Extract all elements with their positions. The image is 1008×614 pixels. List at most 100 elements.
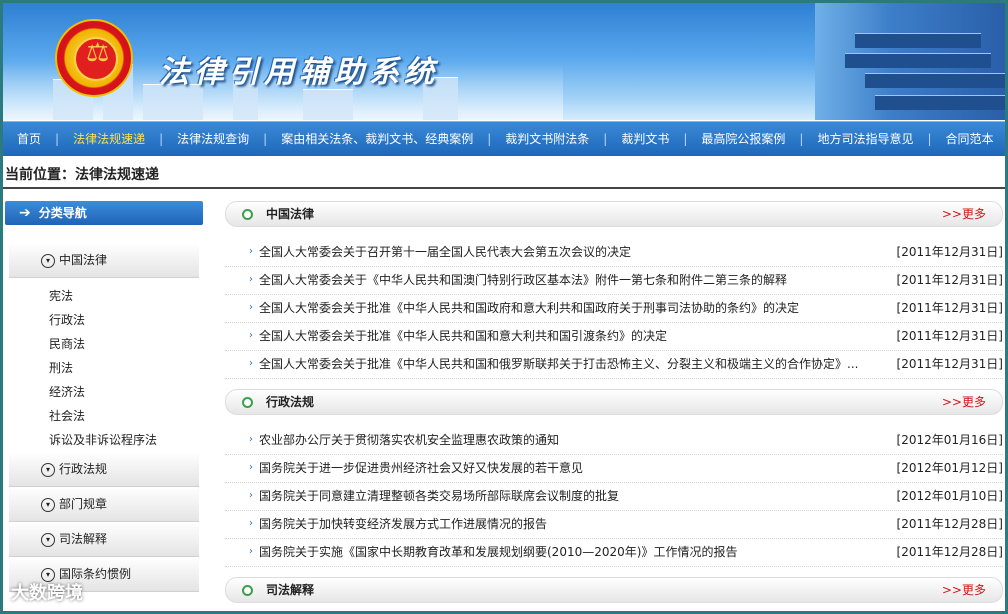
sidebar-header: ➔ 分类导航 xyxy=(5,201,203,225)
list-item-title[interactable]: 国务院关于实施《国家中长期教育改革和发展规划纲要(2010—2020年)》工作情… xyxy=(259,539,859,565)
nav-home[interactable]: 首页 xyxy=(3,122,55,156)
section-list: › 全国人大常委会关于召开第十一届全国人民代表大会第五次会议的决定 [2011年12… xyxy=(225,227,1003,379)
banner-building xyxy=(303,89,353,120)
nav-local-guidance[interactable]: 地方司法指导意见 xyxy=(803,122,927,156)
list-item-date: [2011年12月28日] xyxy=(896,545,1003,559)
book-spine xyxy=(845,53,991,68)
list-item[interactable]: › 全国人大常委会关于召开第十一届全国人民代表大会第五次会议的决定 [2011年12… xyxy=(225,239,1003,267)
page-frame: ⚖ 法律引用辅助系统 首页 | 法律法规速递 | 法律法规查询 | 案由相关法条… xyxy=(3,3,1005,611)
arrow-right-icon: ➔ xyxy=(19,205,31,221)
list-item[interactable]: › 国务院关于进一步促进贵州经济社会又好又快发展的若干意见 [2012年01月12日… xyxy=(225,455,1003,483)
list-item[interactable]: › 全国人大常委会关于《中华人民共和国澳门特别行政区基本法》附件一第七条和附件二第… xyxy=(225,267,1003,295)
list-item-title[interactable]: 国务院关于同意建立清理整顿各类交易场所部际联席会议制度的批复 xyxy=(259,483,859,509)
section-header-chinese-law: 中国法律 >>更多 xyxy=(225,201,1003,227)
list-item-title[interactable]: 全国人大常委会关于批准《中华人民共和国政府和意大利共和国政府关于刑事司法协助的条… xyxy=(259,295,859,321)
list-item-title[interactable]: 全国人大常委会关于召开第十一届全国人民代表大会第五次会议的决定 xyxy=(259,239,859,265)
site-banner: ⚖ 法律引用辅助系统 xyxy=(3,3,1005,120)
breadcrumb: 当前位置：法律法规速递 xyxy=(3,163,1005,189)
nav-case-related[interactable]: 案由相关法条、裁判文书、经典案例 xyxy=(267,122,487,156)
nav-contract-templates[interactable]: 合同范本 xyxy=(932,122,1006,156)
list-item[interactable]: › 全国人大常委会关于批准《中华人民共和国政府和意大利共和国政府关于刑事司法协助的… xyxy=(225,295,1003,323)
section-title: 中国法律 xyxy=(266,207,315,221)
sidebar-item-chinese-law[interactable]: ▾ 中国法律 xyxy=(9,243,199,278)
nav-law-search[interactable]: 法律法规查询 xyxy=(163,122,263,156)
section-title: 行政法规 xyxy=(266,395,315,409)
sidebar-subitem-constitution[interactable]: 宪法 xyxy=(5,284,203,308)
chevron-right-icon: › xyxy=(249,358,253,369)
more-link[interactable]: >>更多 xyxy=(942,390,986,414)
list-item-date: [2012年01月12日] xyxy=(896,461,1003,475)
chevron-right-icon: › xyxy=(249,518,253,529)
chevron-right-icon: › xyxy=(249,330,253,341)
list-item-date: [2011年12月31日] xyxy=(896,329,1003,343)
sidebar-item-departmental-rules[interactable]: ▾ 部门规章 xyxy=(9,487,199,522)
banner-books-image xyxy=(815,3,1005,120)
list-item[interactable]: › 全国人大常委会关于批准《中华人民共和国和意大利共和国引渡条约》的决定 [2011… xyxy=(225,323,1003,351)
sidebar-item-administrative-regulations[interactable]: ▾ 行政法规 xyxy=(9,452,199,487)
sidebar-subitem-administrative-law[interactable]: 行政法 xyxy=(5,308,203,332)
list-item-date: [2011年12月28日] xyxy=(896,517,1003,531)
nav-law-express[interactable]: 法律法规速递 xyxy=(59,122,159,156)
chevron-right-icon: › xyxy=(249,246,253,257)
list-item[interactable]: › 国务院关于加快转变经济发展方式工作进展情况的报告 [2011年12月28日] xyxy=(225,511,1003,539)
chevron-right-icon: › xyxy=(249,302,253,313)
chevron-right-icon: › xyxy=(249,274,253,285)
sidebar-subitem-civil-commercial-law[interactable]: 民商法 xyxy=(5,332,203,356)
breadcrumb-text: 当前位置：法律法规速递 xyxy=(5,167,159,183)
list-item-title[interactable]: 全国人大常委会关于批准《中华人民共和国和意大利共和国引渡条约》的决定 xyxy=(259,323,859,349)
sidebar: ➔ 分类导航 ▾ 中国法律 宪法 行政法 民商法 刑法 经济法 社会法 诉讼及非诉讼… xyxy=(5,201,203,611)
bullet-circle-icon xyxy=(242,209,253,220)
sidebar-header-label: 分类导航 xyxy=(38,206,87,220)
sidebar-subitem-criminal-law[interactable]: 刑法 xyxy=(5,356,203,380)
list-item[interactable]: › 农业部办公厅关于贯彻落实农机安全监理惠农政策的通知 [2012年01月16日] xyxy=(225,427,1003,455)
section-list: › 农业部办公厅关于贯彻落实农机安全监理惠农政策的通知 [2012年01月16日] … xyxy=(225,415,1003,567)
sidebar-item-label: 部门规章 xyxy=(59,497,108,511)
list-item[interactable]: › 国务院关于同意建立清理整顿各类交易场所部际联席会议制度的批复 [2012年01月… xyxy=(225,483,1003,511)
list-item[interactable]: › 国务院关于实施《国家中长期教育改革和发展规划纲要(2010—2020年)》工作… xyxy=(225,539,1003,567)
sidebar-subitem-economic-law[interactable]: 经济法 xyxy=(5,380,203,404)
list-item-title[interactable]: 国务院关于加快转变经济发展方式工作进展情况的报告 xyxy=(259,511,859,537)
bullet-circle-icon xyxy=(242,585,253,596)
sidebar-subitem-procedure-law[interactable]: 诉讼及非诉讼程序法 xyxy=(5,428,203,452)
section-title: 司法解释 xyxy=(266,583,315,597)
list-item-title[interactable]: 国务院关于进一步促进贵州经济社会又好又快发展的若干意见 xyxy=(259,455,859,481)
list-item-date: [2011年12月31日] xyxy=(896,357,1003,371)
more-link[interactable]: >>更多 xyxy=(942,578,986,602)
chevron-right-icon: › xyxy=(249,490,253,501)
list-item-date: [2011年12月31日] xyxy=(896,301,1003,315)
main-nav: 首页 | 法律法规速递 | 法律法规查询 | 案由相关法条、裁判文书、经典案例 … xyxy=(3,121,1005,156)
sidebar-item-label: 行政法规 xyxy=(59,462,108,476)
sidebar-item-judicial-interpretation[interactable]: ▾ 司法解释 xyxy=(9,522,199,557)
sidebar-item-label: 中国法律 xyxy=(59,253,108,267)
sidebar-item-label: 司法解释 xyxy=(59,532,108,546)
nav-judgments[interactable]: 裁判文书 xyxy=(607,122,683,156)
list-item-title[interactable]: 全国人大常委会关于《中华人民共和国澳门特别行政区基本法》附件一第七条和附件二第三… xyxy=(259,267,859,293)
chevron-down-icon: ▾ xyxy=(41,462,55,477)
book-spine xyxy=(875,95,1005,110)
more-link[interactable]: >>更多 xyxy=(942,202,986,226)
section-header-administrative-regulations: 行政法规 >>更多 xyxy=(225,389,1003,415)
section-header-judicial-interpretation: 司法解释 >>更多 xyxy=(225,577,1003,603)
list-item-date: [2011年12月31日] xyxy=(896,273,1003,287)
list-item-date: [2011年12月31日] xyxy=(896,245,1003,259)
nav-supreme-court-cases[interactable]: 最高院公报案例 xyxy=(687,122,799,156)
watermark: 大数跨境 xyxy=(11,583,83,604)
list-item[interactable]: › 全国人大常委会关于批准《中华人民共和国和俄罗斯联邦关于打击恐怖主义、分裂主义和… xyxy=(225,351,1003,379)
site-title: 法律引用辅助系统 xyxy=(159,55,439,90)
list-item-date: [2012年01月16日] xyxy=(896,433,1003,447)
list-item-date: [2012年01月10日] xyxy=(896,489,1003,503)
chevron-down-icon: ▾ xyxy=(41,253,55,268)
chevron-down-icon: ▾ xyxy=(41,532,55,547)
list-item-title[interactable]: 全国人大常委会关于批准《中华人民共和国和俄罗斯联邦关于打击恐怖主义、分裂主义和极… xyxy=(259,351,859,377)
sidebar-subitem-social-law[interactable]: 社会法 xyxy=(5,404,203,428)
court-emblem-logo: ⚖ xyxy=(55,19,133,97)
scales-icon: ⚖ xyxy=(86,38,110,68)
book-spine xyxy=(855,33,981,48)
nav-judgment-laws[interactable]: 裁判文书附法条 xyxy=(491,122,603,156)
chevron-right-icon: › xyxy=(249,434,253,445)
chevron-down-icon: ▾ xyxy=(41,497,55,512)
list-item-title[interactable]: 农业部办公厅关于贯彻落实农机安全监理惠农政策的通知 xyxy=(259,427,859,453)
bullet-circle-icon xyxy=(242,397,253,408)
chevron-right-icon: › xyxy=(249,546,253,557)
chevron-right-icon: › xyxy=(249,462,253,473)
